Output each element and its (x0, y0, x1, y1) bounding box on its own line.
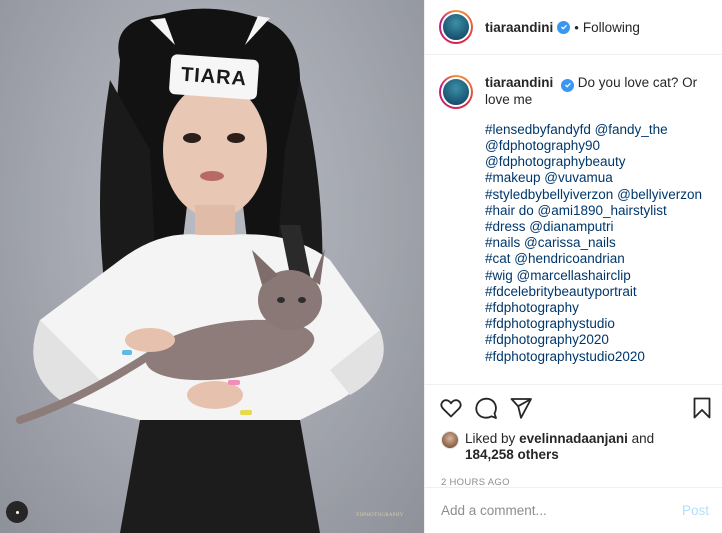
caption-tags: #lensedbyfandyfd @fandy_the @fdphotograp… (485, 122, 708, 365)
verified-badge-icon (557, 20, 571, 34)
tag-line[interactable]: #cat @hendricoandrian (485, 251, 708, 267)
post-photo[interactable]: TIARA FDPHOTOGRAPHY (0, 0, 424, 533)
verified-badge-icon (561, 78, 575, 92)
likes-prefix: Liked by (465, 431, 516, 446)
tag-line[interactable]: #hair do @ami1890_hairstylist (485, 203, 708, 219)
post-comment-button[interactable]: Post (682, 503, 709, 518)
caption-author-avatar[interactable] (439, 75, 473, 109)
headband: TIARA (168, 53, 260, 101)
tag-line[interactable]: #fdphotography2020 (485, 332, 708, 348)
bookmark-icon[interactable] (690, 396, 714, 420)
post-sidebar: tiaraandini • Following tiaraandini Do y… (424, 0, 722, 533)
action-bar (425, 385, 722, 431)
tag-line[interactable]: #styledbybellyiverzon @bellyiverzon (485, 187, 708, 203)
heart-icon[interactable] (439, 396, 463, 420)
share-icon[interactable] (509, 396, 533, 420)
tag-line[interactable]: @fdphotographybeauty (485, 154, 708, 170)
likes-text: Liked by evelinnadaanjani and 184,258 ot… (465, 431, 654, 463)
tag-line[interactable]: #fdphotographystudio (485, 316, 708, 332)
tag-line[interactable]: #wig @marcellashairclip (485, 268, 708, 284)
caption-section: tiaraandini Do you love cat? Or love me … (425, 55, 722, 385)
tag-line[interactable]: @fdphotography90 (485, 138, 708, 154)
following-button[interactable]: Following (583, 20, 640, 35)
caption-author-username[interactable]: tiaraandini (485, 75, 553, 90)
author-avatar[interactable] (439, 10, 473, 44)
caption: tiaraandini Do you love cat? Or love me … (485, 75, 708, 384)
tag-line[interactable]: #nails @carissa_nails (485, 235, 708, 251)
photographer-watermark: FDPHOTOGRAPHY (356, 513, 404, 518)
author-username[interactable]: tiaraandini (485, 20, 553, 35)
tag-line[interactable]: #fdphotography (485, 300, 708, 316)
comment-composer: Post (425, 487, 722, 533)
comment-icon[interactable] (474, 396, 498, 420)
tag-line[interactable]: #makeup @vuvamua (485, 170, 708, 186)
likes-and: and (631, 431, 655, 446)
comment-input[interactable] (441, 503, 661, 518)
instagram-post: TIARA FDPHOTOGRAPHY tiaraandini • Follow… (0, 0, 722, 533)
likes-summary: Liked by evelinnadaanjani and 184,258 ot… (425, 431, 722, 463)
tag-line[interactable]: #dress @dianamputri (485, 219, 708, 235)
likes-count[interactable]: 184,258 others (465, 447, 559, 462)
more-options-icon[interactable] (6, 501, 28, 523)
separator-dot: • (574, 19, 579, 35)
post-header: tiaraandini • Following (425, 0, 722, 55)
liker-username[interactable]: evelinnadaanjani (519, 431, 628, 446)
tag-line[interactable]: #fdcelebritybeautyportrait (485, 284, 708, 300)
tag-line[interactable]: #lensedbyfandyfd @fandy_the (485, 122, 708, 138)
tag-line[interactable]: #fdphotographystudio2020 (485, 349, 708, 365)
headband-text: TIARA (180, 63, 248, 90)
liker-avatar[interactable] (441, 431, 459, 449)
